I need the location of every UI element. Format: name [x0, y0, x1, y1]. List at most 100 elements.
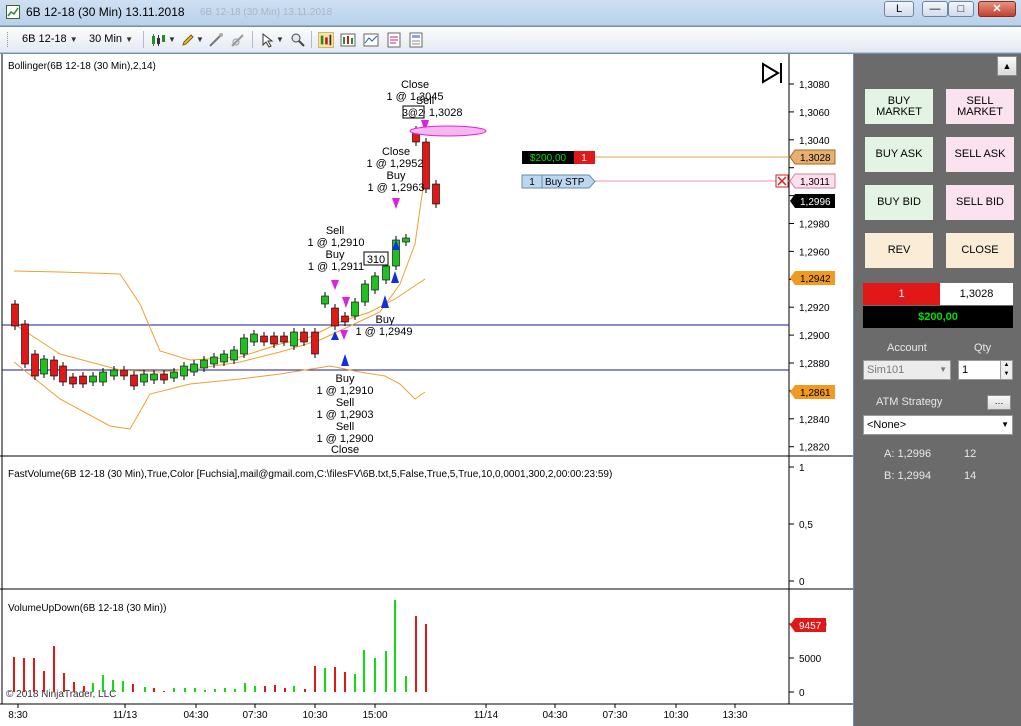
- candle-body: [260, 335, 268, 343]
- atm-options-button[interactable]: …: [987, 395, 1011, 410]
- scroll-to-end-icon[interactable]: [760, 62, 784, 84]
- candle-body: [59, 365, 67, 383]
- candle-body: [321, 295, 329, 305]
- price-tick-label: 1,2880: [799, 359, 830, 370]
- price-badge-stop: 1,3011: [789, 173, 836, 189]
- stop-order-badge[interactable]: 1 Buy STP: [521, 174, 596, 189]
- candle-body: [270, 335, 278, 345]
- candle-body: [200, 359, 208, 369]
- position-badge[interactable]: $200,00 1: [522, 151, 595, 164]
- maximize-button[interactable]: □: [948, 1, 974, 17]
- price-tick-label: 1,3060: [799, 108, 830, 119]
- cancel-order-icon[interactable]: [775, 174, 789, 188]
- candle-body: [280, 335, 288, 343]
- quantity-stepper[interactable]: 1 ▲ ▼: [958, 360, 1013, 380]
- properties-icon[interactable]: [408, 32, 424, 48]
- price-tick-label: 1,2960: [799, 247, 830, 258]
- spin-arrows-icon[interactable]: ▲ ▼: [1000, 361, 1012, 379]
- remove-drawing-icon[interactable]: [230, 32, 246, 48]
- fastvolume-highlight: [409, 125, 487, 137]
- time-tick-label: 8:30: [8, 710, 28, 721]
- link-button[interactable]: L: [884, 1, 914, 17]
- minimize-button[interactable]: —: [922, 1, 948, 17]
- trade-label: Buy: [376, 314, 395, 326]
- candle-body: [89, 375, 97, 383]
- title-bar: 6B 12-18 (30 Min) 13.11.2018 6B 12-18 (3…: [0, 0, 1021, 26]
- toolbar-divider: [252, 31, 253, 48]
- position-pnl: $200,00: [530, 153, 567, 164]
- interval-selector[interactable]: 30 Min ▼: [89, 33, 133, 45]
- candle-body: [160, 373, 168, 381]
- drawing-tool-icon[interactable]: [208, 32, 224, 48]
- buy-bid-button[interactable]: BUY BID: [864, 184, 934, 221]
- bid-price-label: B: 1,2994: [884, 470, 932, 482]
- window-title: 6B 12-18 (30 Min) 13.11.2018: [26, 5, 185, 19]
- candle-body: [120, 369, 128, 377]
- account-value: Sim101: [867, 364, 905, 376]
- candle-body: [351, 301, 359, 317]
- candle-body: [69, 376, 77, 385]
- svg-text:0: 0: [799, 577, 805, 588]
- price-tick-label: 1,2980: [799, 220, 830, 231]
- data-series-icon[interactable]: [340, 32, 356, 48]
- account-select[interactable]: Sim101 ▼: [863, 360, 951, 380]
- trade-label: Buy: [387, 170, 406, 182]
- sell-bid-button[interactable]: SELL BID: [945, 184, 1015, 221]
- pencil-icon[interactable]: [180, 32, 196, 48]
- price-badge-upper-band: 1,2942: [790, 271, 835, 285]
- pointer-icon[interactable]: [260, 32, 276, 48]
- svg-text:5000: 5000: [799, 654, 822, 665]
- close-window-button[interactable]: ✕: [978, 1, 1016, 17]
- candle-body: [402, 237, 410, 243]
- chevron-down-icon[interactable]: ▼: [276, 33, 284, 45]
- ask-price-label: A: 1,2996: [884, 448, 932, 460]
- zoom-icon[interactable]: [290, 32, 306, 48]
- time-tick-label: 10:30: [302, 710, 327, 721]
- candle-body: [79, 375, 87, 385]
- instrument-label: 6B 12-18: [22, 33, 67, 45]
- collapse-panel-button[interactable]: ▲: [997, 56, 1017, 76]
- time-tick-label: 04:30: [542, 710, 567, 721]
- trade-label: Close: [382, 146, 410, 158]
- buy-market-button[interactable]: BUY MARKET: [864, 88, 934, 125]
- chevron-up-icon: ▲: [1002, 61, 1012, 71]
- trade-label: 1 @ 1,2903: [316, 409, 373, 421]
- stop-order-qty: 1: [529, 177, 535, 188]
- close-position-button[interactable]: CLOSE: [945, 232, 1015, 269]
- stop-order-label: Buy STP: [545, 177, 585, 188]
- copyright-label: © 2018 NinjaTrader, LLC: [6, 689, 116, 700]
- candle-body: [21, 323, 29, 365]
- chevron-down-icon[interactable]: ▼: [168, 33, 176, 45]
- trade-count-label: 3@2: [402, 108, 424, 119]
- candle-body: [190, 363, 198, 373]
- candle-body: [170, 371, 178, 379]
- buy-ask-button[interactable]: BUY ASK: [864, 136, 934, 173]
- chevron-down-icon[interactable]: ▼: [196, 33, 204, 45]
- chart-area[interactable]: Bollinger(6B 12-18 (30 Min),2,14) FastVo…: [0, 54, 853, 726]
- chart-style-icon[interactable]: [150, 32, 166, 48]
- trade-label: Sell: [336, 421, 354, 433]
- time-tick-label: 13:30: [722, 710, 747, 721]
- sell-ask-button[interactable]: SELL ASK: [945, 136, 1015, 173]
- chart-trader-icon[interactable]: [318, 32, 334, 48]
- account-label: Account: [887, 342, 927, 354]
- svg-text:1,2861: 1,2861: [800, 388, 831, 399]
- price-badge-lower-band: 1,2861: [790, 385, 835, 399]
- reverse-button[interactable]: REV: [864, 232, 934, 269]
- fastvolume-count-label: 310: [367, 254, 385, 266]
- instrument-selector[interactable]: 6B 12-18 ▼: [22, 33, 78, 45]
- price-tick-label: 1,3040: [799, 136, 830, 147]
- toolbar-divider: [311, 31, 312, 48]
- price-tick-label: 1,2900: [799, 331, 830, 342]
- svg-text:1,2942: 1,2942: [800, 274, 831, 285]
- chart-canvas[interactable]: Bollinger(6B 12-18 (30 Min),2,14) FastVo…: [0, 54, 853, 726]
- atm-strategy-select[interactable]: <None> ▼: [863, 415, 1013, 435]
- candle-body: [230, 349, 238, 361]
- volupdown-title: VolumeUpDown(6B 12-18 (30 Min)): [8, 603, 166, 614]
- ask-size-label: 12: [964, 448, 977, 460]
- strategies-icon[interactable]: [386, 32, 402, 48]
- svg-text:1,2996: 1,2996: [800, 197, 831, 208]
- indicators-icon[interactable]: [363, 32, 379, 48]
- sell-market-button[interactable]: SELL MARKET: [945, 88, 1015, 125]
- trade-label: Sell: [326, 225, 344, 237]
